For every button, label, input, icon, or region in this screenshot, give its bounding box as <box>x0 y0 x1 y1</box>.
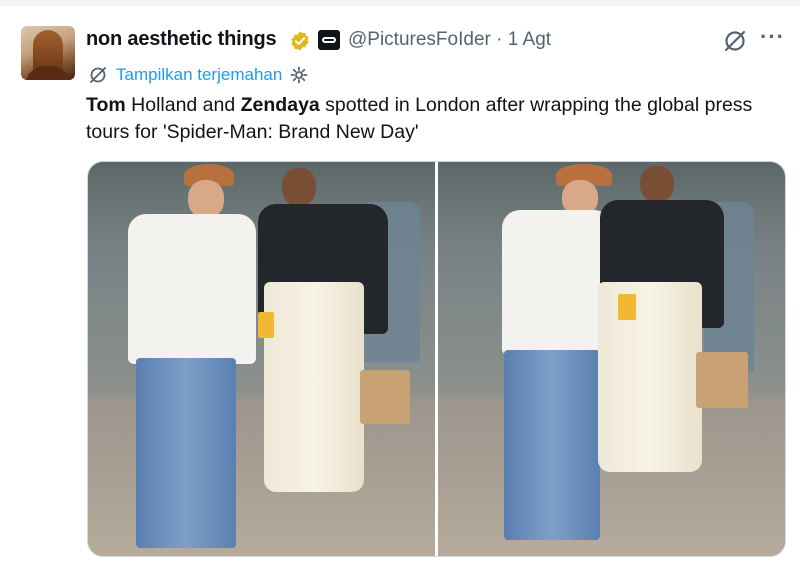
photo-2-dress <box>598 282 702 472</box>
photo-2-paper-bag <box>696 352 748 408</box>
photo-1[interactable] <box>88 162 435 556</box>
photo-2-juice-cup <box>618 294 636 320</box>
photo-1-jeans <box>136 358 236 548</box>
mention-zendaya: Zendaya <box>240 94 320 116</box>
photo-2-jeans <box>504 350 600 540</box>
tweet-text: Tom Holland and Zendaya spotted in Londo… <box>86 92 786 146</box>
translate-icon <box>90 67 106 83</box>
photo-1-paper-bag <box>360 370 410 424</box>
gear-icon[interactable] <box>289 65 309 85</box>
affiliate-badge-icon[interactable] <box>318 30 340 50</box>
translate-row[interactable]: Tampilkan terjemahan <box>88 64 309 86</box>
translate-link[interactable]: Tampilkan terjemahan <box>116 65 282 85</box>
avatar-shoulder <box>25 66 71 80</box>
top-divider <box>0 0 800 6</box>
photo-1-dress <box>264 282 364 492</box>
tweet-text-segment-1: Holland and <box>125 94 241 116</box>
photo-2[interactable] <box>438 162 785 556</box>
photo-1-white-tshirt <box>128 214 256 364</box>
mention-tom: Tom <box>86 94 126 116</box>
verified-badge-icon[interactable] <box>289 30 311 52</box>
photo-1-face-1 <box>188 180 224 218</box>
media-grid <box>87 161 786 557</box>
grok-icon[interactable] <box>722 28 748 54</box>
photo-2-face-2 <box>640 166 674 202</box>
handle-and-time[interactable]: @PicturesFoIder · 1 Agt <box>348 29 551 51</box>
photo-1-juice-cup <box>258 312 274 338</box>
avatar[interactable] <box>21 26 75 80</box>
display-name[interactable]: non aesthetic things <box>86 28 277 51</box>
photo-1-face-2 <box>282 168 316 206</box>
more-options-button[interactable]: ··· <box>760 24 785 50</box>
photo-2-white-tshirt <box>502 210 612 355</box>
